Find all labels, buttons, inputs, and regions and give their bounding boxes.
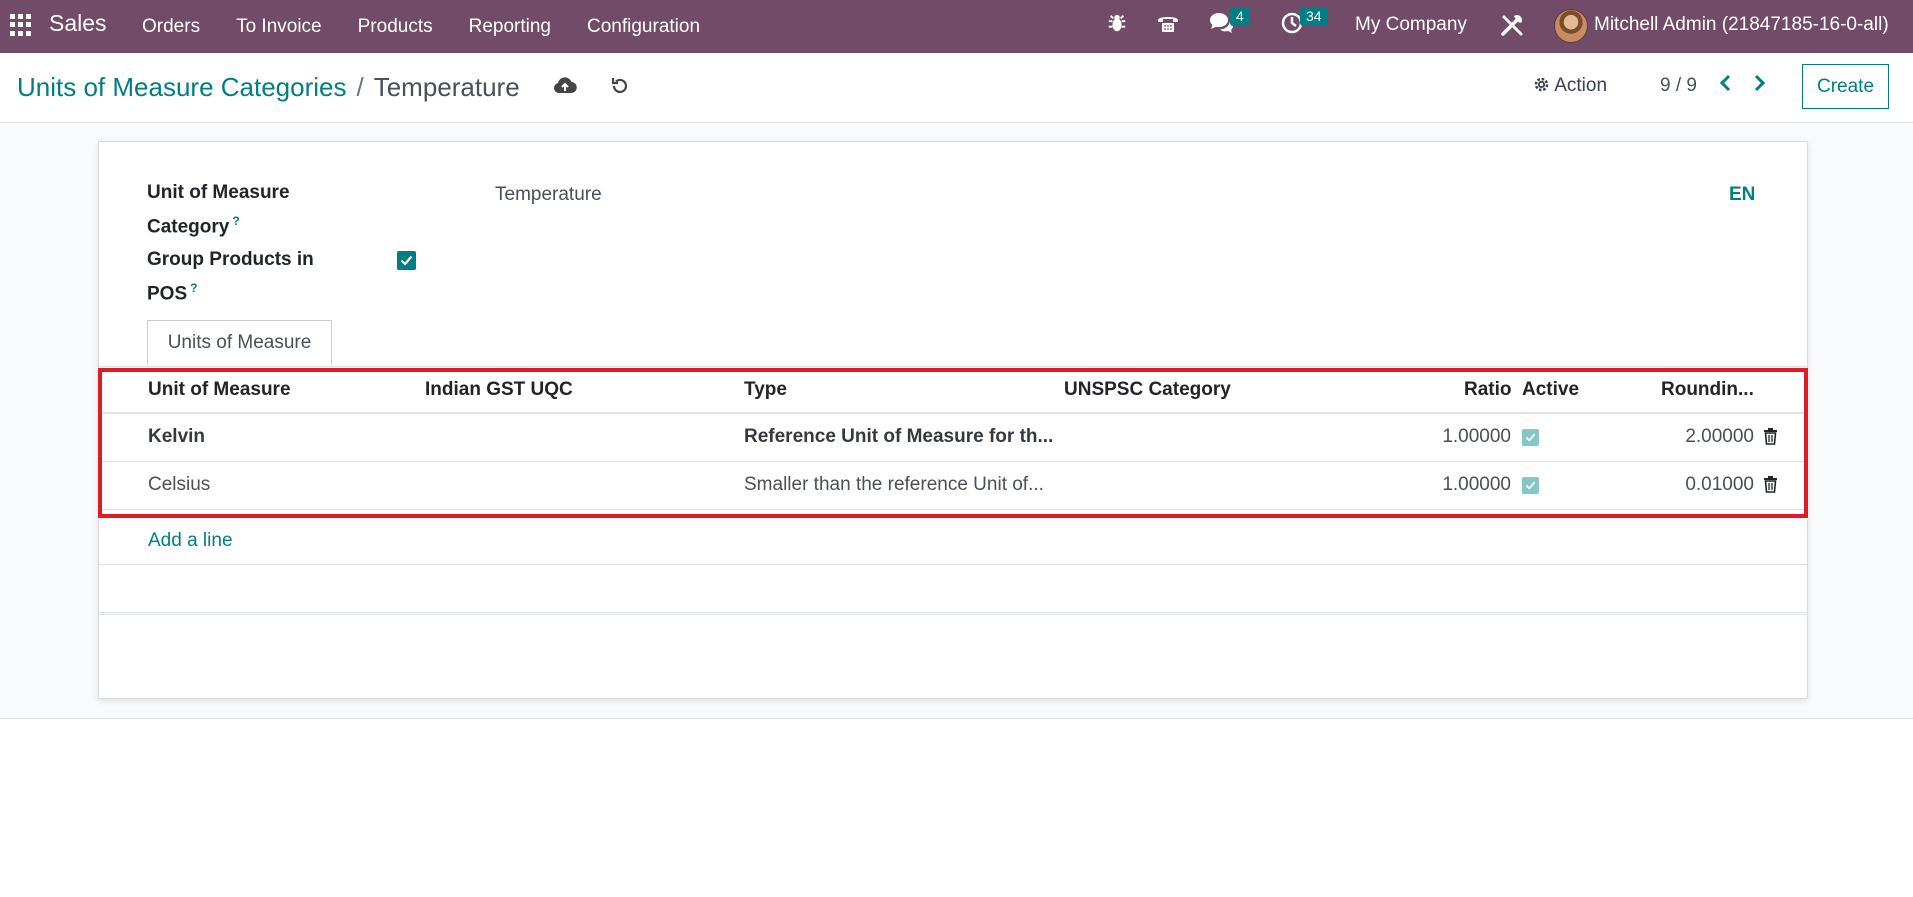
cell-active-checkbox[interactable] <box>1522 477 1539 494</box>
language-switch[interactable]: EN <box>1729 184 1755 206</box>
group-products-label: Group Products in POS? <box>147 249 314 305</box>
col-active[interactable]: Active <box>1522 379 1579 401</box>
cell-rounding[interactable]: 0.01000 <box>1685 474 1754 496</box>
menu-configuration[interactable]: Configuration <box>587 16 700 38</box>
menu-orders[interactable]: Orders <box>142 16 200 38</box>
action-dropdown[interactable]: Action <box>1533 75 1607 97</box>
company-switcher[interactable]: My Company <box>1355 14 1467 36</box>
cell-uom[interactable]: Kelvin <box>148 426 205 448</box>
menu-to-invoice[interactable]: To Invoice <box>236 16 322 38</box>
table-divider <box>99 614 1807 615</box>
user-avatar[interactable] <box>1554 9 1588 43</box>
app-name[interactable]: Sales <box>49 10 107 37</box>
cell-rounding[interactable]: 2.00000 <box>1685 426 1754 448</box>
help-tooltip-icon[interactable]: ? <box>190 281 197 295</box>
category-label: Unit of Measure Category? <box>147 182 290 238</box>
cell-uom[interactable]: Celsius <box>148 474 210 496</box>
help-tooltip-icon[interactable]: ? <box>232 214 239 228</box>
main-menu: Orders To Invoice Products Reporting Con… <box>142 0 736 53</box>
table-row[interactable]: Kelvin Reference Unit of Measure for th.… <box>99 414 1807 462</box>
breadcrumb: Units of Measure Categories / Temperature <box>17 72 520 103</box>
cell-type[interactable]: Reference Unit of Measure for th... <box>744 426 1053 448</box>
save-cloud-icon[interactable] <box>553 75 577 99</box>
discard-icon[interactable] <box>609 75 633 99</box>
delete-row-icon[interactable] <box>1763 476 1779 494</box>
col-ratio[interactable]: Ratio <box>1464 379 1512 401</box>
cell-active-checkbox[interactable] <box>1522 429 1539 446</box>
activities-badge: 34 <box>1300 7 1328 26</box>
breadcrumb-parent-link[interactable]: Units of Measure Categories <box>17 72 346 102</box>
tools-icon[interactable] <box>1499 12 1525 44</box>
form-sheet: Unit of Measure Category? Temperature EN… <box>98 141 1808 699</box>
pager-previous-icon[interactable] <box>1719 74 1733 97</box>
control-panel: Units of Measure Categories / Temperature … <box>0 53 1913 123</box>
col-rounding[interactable]: Roundin... <box>1661 379 1754 401</box>
breadcrumb-separator: / <box>356 72 364 102</box>
col-type[interactable]: Type <box>744 379 787 401</box>
delete-row-icon[interactable] <box>1763 428 1779 446</box>
category-name-field[interactable]: Temperature <box>495 184 602 206</box>
phone-icon[interactable] <box>1156 12 1180 40</box>
group-products-checkbox[interactable] <box>397 251 416 270</box>
messages-badge: 4 <box>1230 7 1250 26</box>
table-divider <box>99 564 1807 565</box>
table-row[interactable]: Celsius Smaller than the reference Unit … <box>99 462 1807 510</box>
table-divider <box>99 612 1807 613</box>
user-menu[interactable]: Mitchell Admin (21847185-16-0-all) <box>1594 14 1889 36</box>
apps-menu-icon[interactable] <box>10 14 32 36</box>
action-label: Action <box>1554 75 1608 96</box>
gear-icon <box>1533 75 1550 96</box>
col-unit-of-measure[interactable]: Unit of Measure <box>148 379 291 401</box>
create-button[interactable]: Create <box>1802 64 1889 109</box>
bug-icon[interactable] <box>1106 12 1128 40</box>
cell-type[interactable]: Smaller than the reference Unit of... <box>744 474 1044 496</box>
cell-ratio[interactable]: 1.00000 <box>1442 474 1511 496</box>
pager-next-icon[interactable] <box>1752 74 1766 97</box>
add-a-line-link[interactable]: Add a line <box>148 530 233 552</box>
menu-products[interactable]: Products <box>358 16 433 38</box>
col-indian-gst-uqc[interactable]: Indian GST UQC <box>425 379 573 401</box>
top-navbar: Sales Orders To Invoice Products Reporti… <box>0 0 1913 53</box>
pager-value[interactable]: 9 / 9 <box>1660 75 1697 97</box>
table-header: Unit of Measure Indian GST UQC Type UNSP… <box>99 366 1807 414</box>
menu-reporting[interactable]: Reporting <box>469 16 551 38</box>
col-unspsc-category[interactable]: UNSPSC Category <box>1064 379 1231 401</box>
tab-units-of-measure[interactable]: Units of Measure <box>147 320 332 365</box>
breadcrumb-current: Temperature <box>373 72 520 102</box>
cell-ratio[interactable]: 1.00000 <box>1442 426 1511 448</box>
